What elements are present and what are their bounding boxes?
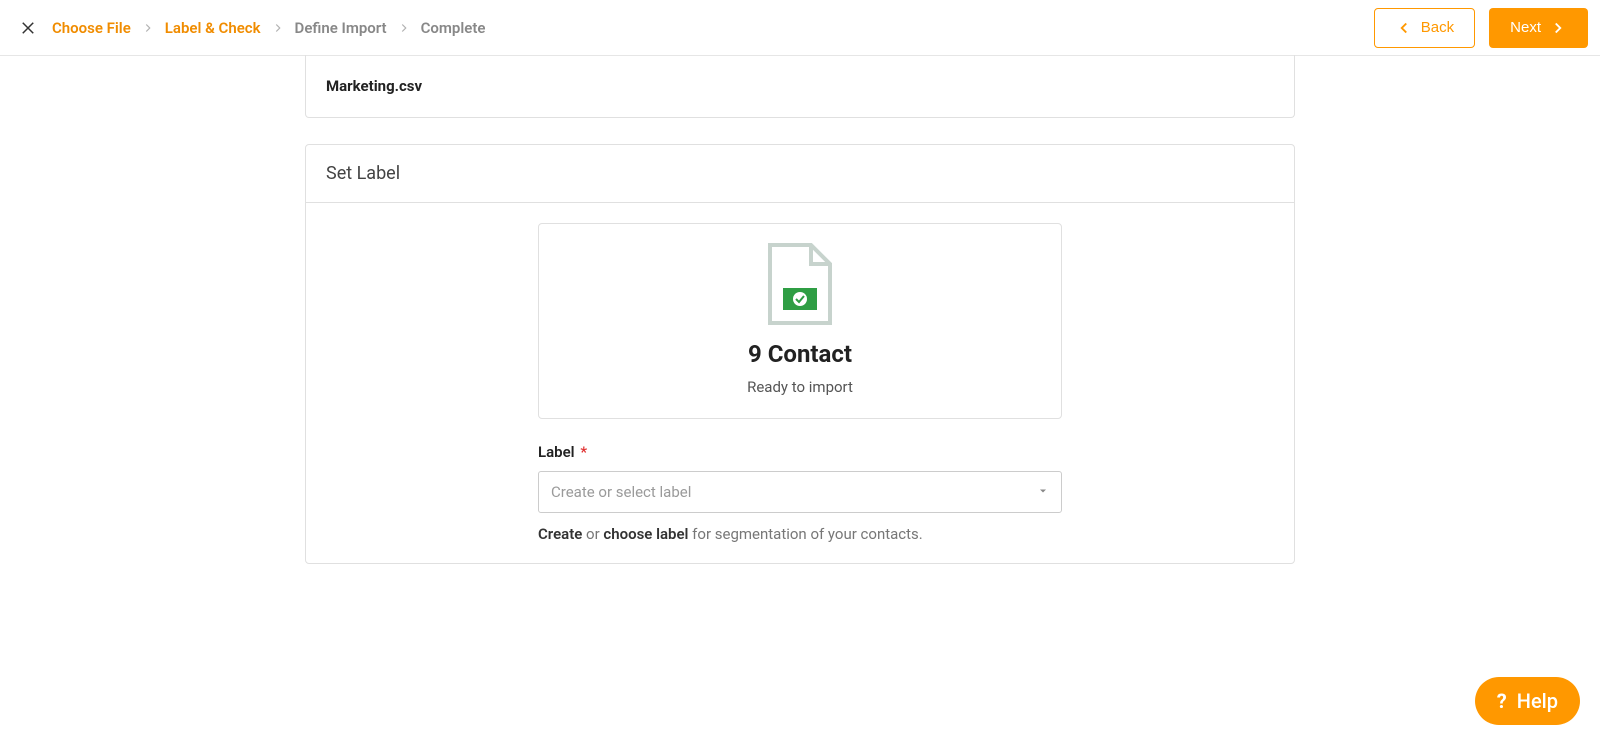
label-field-label: Label * [538,443,1062,461]
breadcrumb: Choose File Label & Check Define Import … [52,19,485,37]
label-helper-text: Create or choose label for segmentation … [538,525,1062,543]
close-icon [19,19,37,37]
ready-text: Ready to import [559,378,1041,396]
top-bar-left: Choose File Label & Check Define Import … [18,18,485,38]
top-bar-right: Back Next [1374,8,1588,48]
chevron-right-icon [397,21,411,35]
next-button-label: Next [1510,19,1541,36]
file-name-card: Marketing.csv [305,55,1295,118]
document-check-icon [765,242,835,326]
chevron-right-icon [271,21,285,35]
breadcrumb-step-complete: Complete [421,19,486,37]
back-button[interactable]: Back [1374,8,1475,48]
contact-count: 9 Contact [559,340,1041,368]
back-button-label: Back [1421,19,1454,36]
breadcrumb-step-label-check[interactable]: Label & Check [165,19,261,37]
next-button[interactable]: Next [1489,8,1588,48]
chevron-right-icon [141,21,155,35]
panel-title: Set Label [306,145,1294,203]
help-label: Help [1517,689,1558,713]
set-label-panel: Set Label 9 Contact Ready to import [305,144,1295,564]
label-select[interactable]: Create or select label [538,471,1062,513]
required-mark: * [580,443,587,461]
chevron-left-icon [1395,19,1413,37]
import-status-box: 9 Contact Ready to import [538,223,1062,419]
caret-down-icon [1037,483,1049,501]
label-field-wrap: Label * Create or select label Create or… [538,443,1062,543]
breadcrumb-step-choose-file[interactable]: Choose File [52,19,131,37]
main-content: Marketing.csv Set Label 9 Contact Ready … [305,55,1295,564]
help-button[interactable]: ? Help [1475,677,1580,725]
breadcrumb-step-define-import: Define Import [295,19,387,37]
panel-body: 9 Contact Ready to import Label * Create… [306,203,1294,563]
top-bar: Choose File Label & Check Define Import … [0,0,1600,56]
label-select-placeholder: Create or select label [551,483,691,501]
help-icon: ? [1497,689,1507,713]
close-button[interactable] [18,18,38,38]
file-name: Marketing.csv [326,77,422,95]
chevron-right-icon [1549,19,1567,37]
